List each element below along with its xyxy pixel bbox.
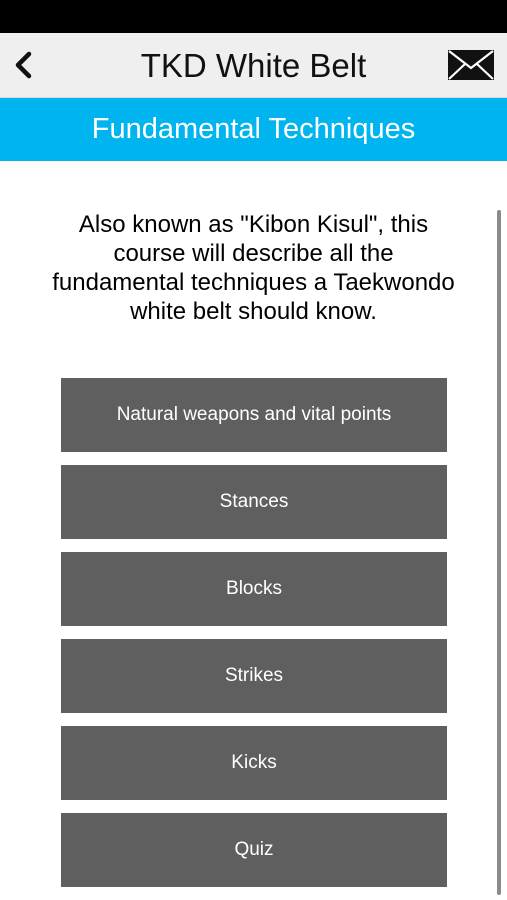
technique-menu: Natural weapons and vital points Stances… bbox=[61, 378, 447, 900]
scrollbar[interactable] bbox=[497, 210, 501, 895]
menu-button-strikes[interactable]: Strikes bbox=[61, 639, 447, 713]
page-title: TKD White Belt bbox=[140, 47, 367, 84]
section-header: Fundamental Techniques bbox=[0, 98, 507, 161]
menu-button-kicks[interactable]: Kicks bbox=[61, 726, 447, 800]
status-bar bbox=[0, 0, 507, 33]
menu-button-blocks[interactable]: Blocks bbox=[61, 552, 447, 626]
mail-button[interactable] bbox=[443, 41, 499, 89]
navigation-bar: TKD White Belt bbox=[0, 33, 507, 98]
menu-button-quiz[interactable]: Quiz bbox=[61, 813, 447, 887]
envelope-icon bbox=[448, 50, 494, 80]
menu-button-natural-weapons[interactable]: Natural weapons and vital points bbox=[61, 378, 447, 452]
chevron-left-icon bbox=[15, 51, 32, 79]
course-description: Also known as "Kibon Kisul", this course… bbox=[52, 211, 455, 325]
back-button[interactable] bbox=[4, 39, 44, 91]
menu-button-stances[interactable]: Stances bbox=[61, 465, 447, 539]
